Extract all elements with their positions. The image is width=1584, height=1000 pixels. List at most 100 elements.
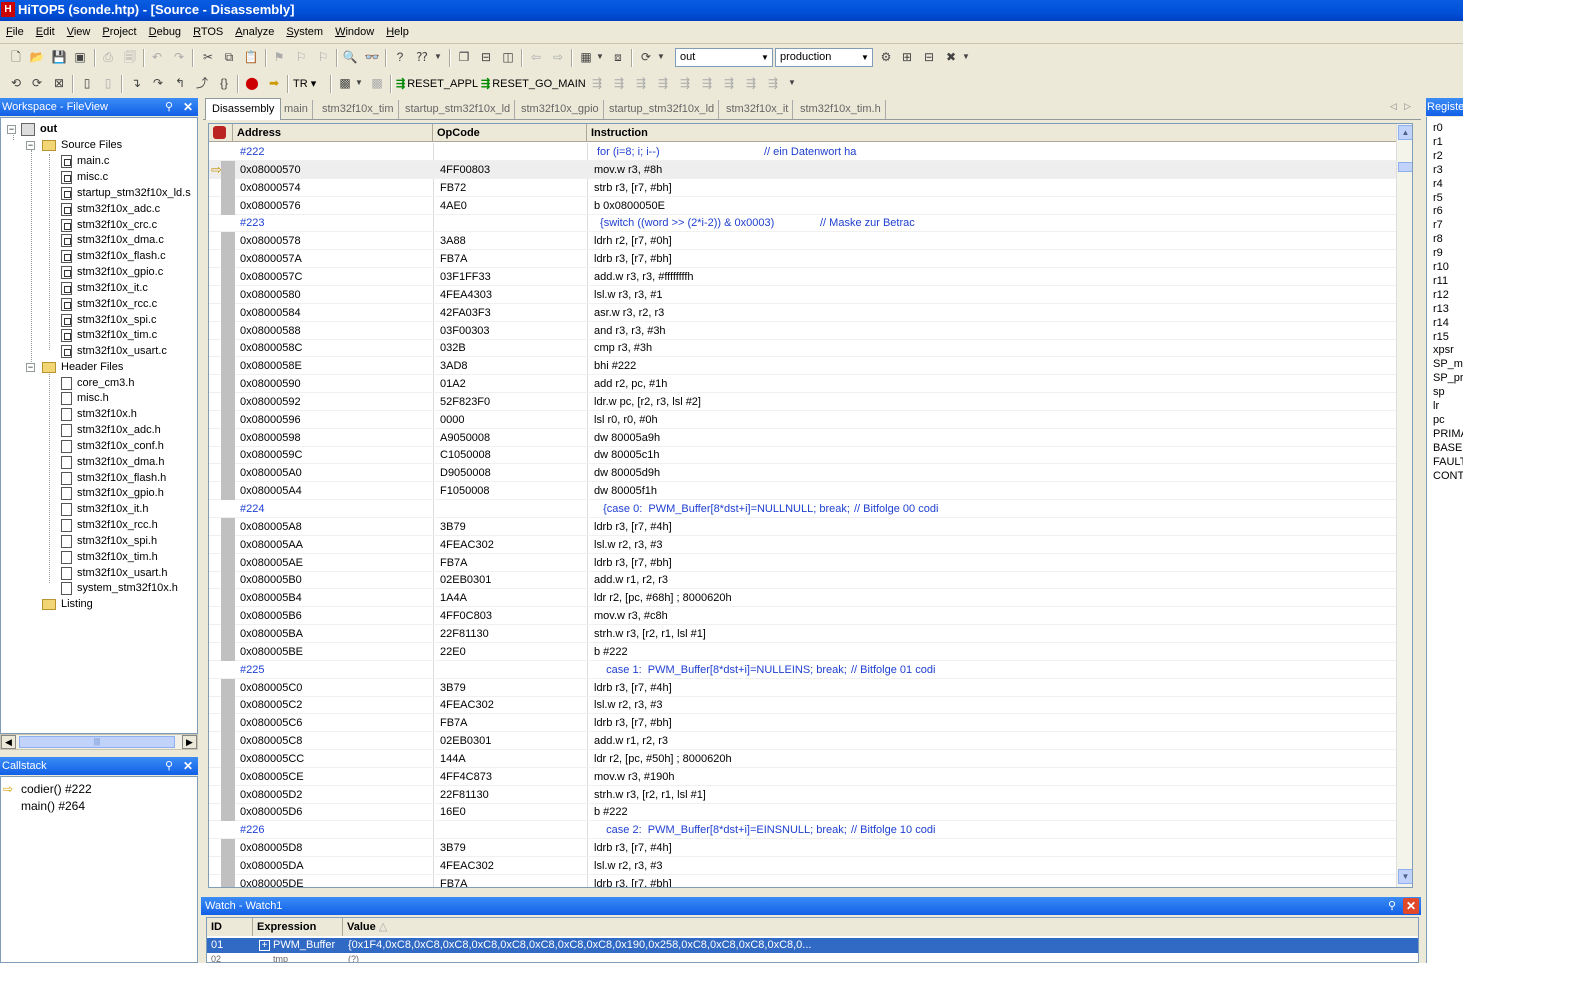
- undo-icon[interactable]: ↶: [148, 48, 166, 66]
- pin-icon[interactable]: ⚲: [161, 758, 177, 774]
- breakpoint-gutter[interactable]: [221, 464, 235, 482]
- breakpoint-column-header[interactable]: [209, 124, 233, 142]
- register-name[interactable]: PRIMA: [1433, 427, 1463, 441]
- tile-horizontal-icon[interactable]: ⊟: [477, 48, 495, 66]
- debug-reset-icon[interactable]: ⊠: [50, 74, 68, 92]
- window-layout-icon[interactable]: ▦: [577, 48, 595, 66]
- disassembly-row[interactable]: 0x080005A8 3B79 ldrb r3, [r7, #4h]: [209, 518, 1397, 536]
- register-name[interactable]: r11: [1433, 274, 1448, 288]
- nav-back-icon[interactable]: ⇦: [527, 48, 545, 66]
- step-into-icon[interactable]: ↴: [127, 74, 145, 92]
- menu-file[interactable]: File: [0, 22, 30, 44]
- print-preview-icon[interactable]: 🗐: [121, 48, 139, 66]
- disassembly-row[interactable]: 0x08000584 42FA03F3 asr.w r3, r2, r3: [209, 304, 1397, 322]
- menu-edit[interactable]: Edit: [30, 22, 61, 44]
- tab-disassembly[interactable]: Disassembly: [205, 98, 282, 120]
- rebuild-icon[interactable]: ⊟: [920, 48, 938, 66]
- tree-file[interactable]: stm32f10x_rcc.h: [61, 518, 158, 533]
- register-name[interactable]: FAULT: [1433, 455, 1463, 469]
- close-icon[interactable]: ✕: [1403, 898, 1419, 914]
- debug-load-icon[interactable]: ⟲: [7, 74, 25, 92]
- register-name[interactable]: pc: [1433, 413, 1445, 427]
- disassembly-row[interactable]: 0x0800057C 03F1FF33 add.w r3, r3, #fffffff…: [209, 268, 1397, 286]
- opcode-column-header[interactable]: OpCode: [433, 124, 587, 142]
- build-all-icon[interactable]: ⊞: [898, 48, 916, 66]
- bookmark-next-icon[interactable]: ⚐: [292, 48, 310, 66]
- reset-go-main-button[interactable]: ⇶ RESET_GO_MAIN: [481, 74, 586, 94]
- callstack-item[interactable]: ⇨ codier() #222: [3, 781, 92, 797]
- breakpoint-gutter[interactable]: [221, 429, 235, 447]
- disassembly-row[interactable]: 0x08000590 01A2 add r2, pc, #1h: [209, 375, 1397, 393]
- register-name[interactable]: r1: [1433, 135, 1443, 149]
- disassembly-row[interactable]: 0x08000574 FB72 strb r3, [r7, #bh]: [209, 179, 1397, 197]
- config-combo[interactable]: out ▼: [675, 48, 773, 67]
- register-name[interactable]: r13: [1433, 302, 1449, 316]
- tree-file[interactable]: stm32f10x_it.h: [61, 502, 149, 517]
- breakpoint-gutter[interactable]: [221, 518, 235, 536]
- close-icon[interactable]: ✕: [180, 99, 196, 115]
- step-over-icon[interactable]: ↷: [149, 74, 167, 92]
- tree-file[interactable]: stm32f10x_dma.h: [61, 455, 164, 470]
- instruction-column-header[interactable]: Instruction: [587, 124, 1397, 142]
- breakpoint-gutter[interactable]: [221, 803, 235, 821]
- tree-file[interactable]: stm32f10x_spi.c: [61, 313, 156, 328]
- register-name[interactable]: r4: [1433, 177, 1443, 191]
- context-help-dropdown-icon[interactable]: ▼: [434, 48, 442, 66]
- menu-rtos[interactable]: RTOS: [187, 22, 229, 44]
- collapse-source-icon[interactable]: −: [26, 141, 35, 150]
- menu-analyze[interactable]: Analyze: [229, 22, 280, 44]
- breakpoint-gutter[interactable]: [221, 268, 235, 286]
- register-name[interactable]: r7: [1433, 218, 1443, 232]
- tree-file[interactable]: stm32f10x_usart.h: [61, 566, 168, 581]
- redo-icon[interactable]: ↷: [170, 48, 188, 66]
- bookmark-icon[interactable]: ⚑: [270, 48, 288, 66]
- breakpoint-gutter[interactable]: [221, 536, 235, 554]
- breakpoint-gutter[interactable]: [221, 607, 235, 625]
- breakpoint-gutter[interactable]: [221, 179, 235, 197]
- cascade-windows-icon[interactable]: ❐: [455, 48, 473, 66]
- breakpoint-gutter[interactable]: [221, 250, 235, 268]
- tree-file[interactable]: stm32f10x_flash.c: [61, 249, 166, 264]
- breakpoint-gutter[interactable]: [221, 786, 235, 804]
- register-name[interactable]: r6: [1433, 204, 1443, 218]
- paste-icon[interactable]: 📋: [242, 48, 260, 66]
- breakpoint-gutter[interactable]: [221, 732, 235, 750]
- chevron-down-icon[interactable]: ▼: [859, 50, 871, 65]
- memory-icon[interactable]: ▯: [78, 74, 96, 92]
- disassembly-row[interactable]: 0x080005D8 3B79 ldrb r3, [r7, #4h]: [209, 839, 1397, 857]
- tree-file[interactable]: stm32f10x_dma.c: [61, 233, 164, 248]
- animate-icon[interactable]: {}: [215, 74, 233, 92]
- stop-build-icon[interactable]: ✖: [942, 48, 960, 66]
- menu-view[interactable]: View: [61, 22, 97, 44]
- pin-icon[interactable]: ⚲: [1384, 898, 1400, 914]
- save-icon[interactable]: 💾: [50, 48, 68, 66]
- disassembly-row[interactable]: 0x080005DA 4FEAC302 lsl.w r2, r3, #3: [209, 857, 1397, 875]
- disassembly-row[interactable]: 0x080005C0 3B79 ldrb r3, [r7, #4h]: [209, 679, 1397, 697]
- workspace-icon[interactable]: ⧈: [609, 48, 627, 66]
- run-to-cursor-icon[interactable]: ⤴: [193, 74, 211, 92]
- print-icon[interactable]: ⎙: [99, 48, 117, 66]
- collapse-header-icon[interactable]: −: [26, 363, 35, 372]
- breakpoint-gutter[interactable]: [221, 875, 235, 887]
- breakpoint-gutter[interactable]: [221, 625, 235, 643]
- breakpoint-gutter[interactable]: [221, 393, 235, 411]
- trace-menu[interactable]: TR ▾: [293, 74, 316, 94]
- disassembly-row[interactable]: 0x08000598 A9050008 dw 80005a9h: [209, 429, 1397, 447]
- register-name[interactable]: sp: [1433, 385, 1445, 399]
- tree-file[interactable]: startup_stm32f10x_ld.s: [61, 186, 191, 201]
- tree-file[interactable]: core_cm3.h: [61, 376, 134, 391]
- register-name[interactable]: BASEP: [1433, 441, 1463, 455]
- macro-9-icon[interactable]: ⇶: [764, 74, 782, 92]
- register-name[interactable]: r10: [1433, 260, 1449, 274]
- register-name[interactable]: r3: [1433, 163, 1443, 177]
- tree-file[interactable]: stm32f10x_flash.h: [61, 471, 166, 486]
- tree-file[interactable]: stm32f10x_gpio.h: [61, 486, 164, 501]
- breakpoint-gutter[interactable]: [221, 714, 235, 732]
- window-layout-dropdown-icon[interactable]: ▼: [596, 48, 604, 66]
- copy-icon[interactable]: ⧉: [220, 48, 238, 66]
- stop-build-dropdown-icon[interactable]: ▼: [962, 48, 970, 66]
- macro-2-icon[interactable]: ⇶: [610, 74, 628, 92]
- scroll-thumb[interactable]: [1398, 162, 1412, 172]
- disassembly-row[interactable]: 0x080005CC 144A ldr r2, [pc, #50h] ; 80006…: [209, 750, 1397, 768]
- menu-debug[interactable]: Debug: [143, 22, 187, 44]
